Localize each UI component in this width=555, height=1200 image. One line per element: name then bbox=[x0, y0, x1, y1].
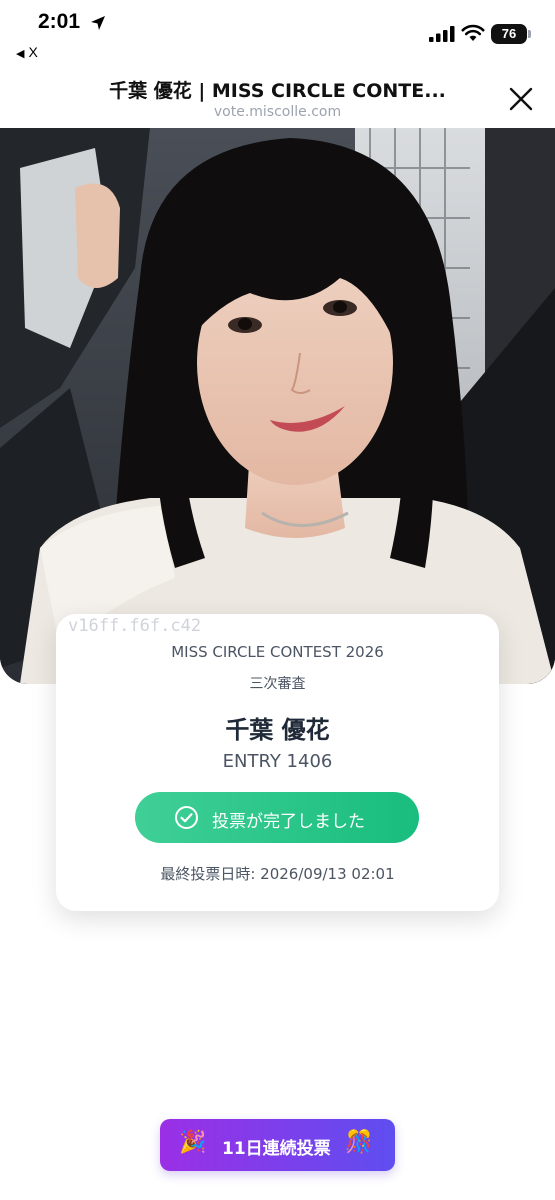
battery-cap bbox=[528, 30, 531, 38]
location-arrow-icon bbox=[91, 16, 105, 30]
vote-status-label: 投票が完了しました bbox=[212, 812, 365, 832]
browser-header: 千葉 優花 | MISS CIRCLE CONTE... vote.miscol… bbox=[0, 68, 555, 128]
party-popper-icon: 🎉 bbox=[179, 1130, 207, 1155]
candidate-photo-illustration bbox=[0, 128, 555, 684]
page-url: vote.miscolle.com bbox=[213, 104, 342, 120]
entry-card: v16ff.f6f.c42 MISS CIRCLE CONTEST 2026 三… bbox=[56, 614, 499, 911]
close-icon[interactable] bbox=[506, 84, 536, 114]
battery-indicator: 76 bbox=[491, 24, 527, 44]
page-title: 千葉 優花 | MISS CIRCLE CONTE... bbox=[109, 80, 446, 102]
candidate-name: 千葉 優花 bbox=[225, 716, 330, 744]
stage-label: 三次審査 bbox=[249, 676, 306, 692]
status-bar: 2:01 ◀ X 76 bbox=[0, 0, 555, 68]
cellular-signal-icon bbox=[429, 26, 455, 42]
wifi-icon bbox=[461, 24, 485, 41]
contest-name: MISS CIRCLE CONTEST 2026 bbox=[171, 643, 384, 661]
status-time: 2:01 bbox=[38, 10, 81, 33]
back-triangle-icon: ◀ bbox=[16, 48, 25, 60]
back-to-app-link[interactable]: ◀ X bbox=[16, 44, 38, 60]
streak-label: 11日連続投票 bbox=[222, 1139, 331, 1159]
vote-complete-button[interactable]: 投票が完了しました bbox=[135, 792, 419, 843]
vote-streak-badge[interactable]: 🎉 11日連続投票 🎊 bbox=[160, 1119, 395, 1171]
candidate-photo bbox=[0, 128, 555, 684]
check-circle-icon bbox=[175, 806, 198, 829]
watermark-text: v16ff.f6f.c42 bbox=[68, 616, 202, 636]
back-app-label: X bbox=[28, 44, 38, 60]
confetti-ball-icon: 🎊 bbox=[345, 1130, 373, 1155]
entry-number: ENTRY 1406 bbox=[222, 751, 333, 772]
last-vote-datetime: 最終投票日時: 2026/09/13 02:01 bbox=[160, 865, 395, 883]
